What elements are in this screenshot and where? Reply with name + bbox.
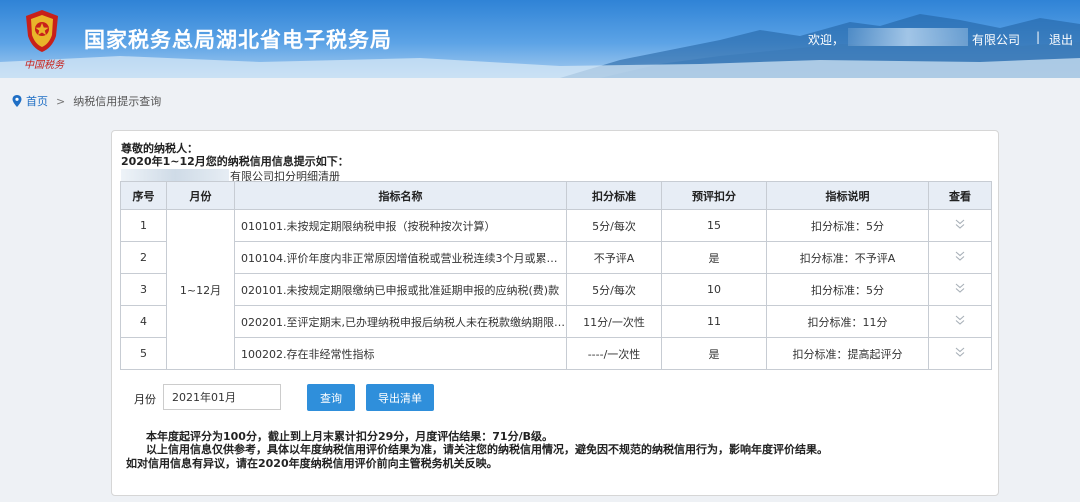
row-no: 3 — [120, 273, 167, 306]
pre-score: 是 — [661, 241, 767, 274]
deduction-standard: ----/一次性 — [566, 337, 662, 370]
header-indicator: 指标名称 — [234, 181, 567, 210]
row-no: 2 — [120, 241, 167, 274]
indicator-name: 020201.至评定期末,已办理纳税申报后纳税人未在税款缴纳期限内缴纳税款 — [234, 305, 567, 338]
expand-chevron-icon[interactable] — [954, 218, 966, 230]
objection-note: 如对信用信息有异议，请在2020年度纳税信用评价前向主管税务机关反映。 — [126, 457, 498, 470]
table-row: 3 020101.未按规定期限缴纳已申报或批准延期申报的应纳税(费)款 5分/每… — [120, 273, 992, 306]
redacted-username — [848, 28, 968, 46]
expand-chevron-icon[interactable] — [954, 282, 966, 294]
header-separator: | — [1036, 30, 1041, 44]
pre-score: 10 — [661, 273, 767, 306]
indicator-desc: 扣分标准：提高起评分 — [766, 337, 929, 370]
brand-script-text: 中国税务 — [24, 60, 64, 71]
tax-emblem-icon — [26, 10, 58, 52]
header-view: 查看 — [928, 181, 992, 210]
header-month: 月份 — [166, 181, 235, 210]
deduction-standard: 5分/每次 — [566, 273, 662, 306]
table-row: 1 1~12月 010101.未按规定期限纳税申报（按税种按次计算） 5分/每次… — [120, 209, 992, 370]
table-header-row: 序号 月份 指标名称 扣分标准 预评扣分 指标说明 查看 — [120, 181, 992, 210]
row-no: 1 — [120, 209, 167, 242]
pre-score: 15 — [661, 209, 767, 242]
info-title: 2020年1~12月您的纳税信用信息提示如下： — [121, 155, 349, 168]
expand-chevron-icon[interactable] — [954, 250, 966, 262]
expand-chevron-icon[interactable] — [954, 346, 966, 358]
row-no: 5 — [120, 337, 167, 370]
expand-chevron-icon[interactable] — [954, 314, 966, 326]
indicator-name: 020101.未按规定期限缴纳已申报或批准延期申报的应纳税(费)款 — [234, 273, 567, 306]
table-row: 4 020201.至评定期末,已办理纳税申报后纳税人未在税款缴纳期限内缴纳税款 … — [120, 305, 992, 338]
indicator-name: 100202.存在非经常性指标 — [234, 337, 567, 370]
month-label: 月份 — [134, 393, 156, 406]
site-title: 国家税务总局湖北省电子税务局 — [84, 28, 392, 52]
company-name: 有限公司 — [972, 33, 1021, 47]
header-score: 预评扣分 — [661, 181, 767, 210]
redacted-company-name — [121, 169, 229, 181]
breadcrumb-home[interactable]: 首页 — [26, 93, 48, 109]
view-cell — [928, 337, 992, 370]
view-cell — [928, 305, 992, 338]
month-input[interactable] — [163, 384, 281, 410]
view-cell — [928, 209, 992, 242]
pre-score: 是 — [661, 337, 767, 370]
view-cell — [928, 241, 992, 274]
export-list-button[interactable]: 导出清单 — [366, 384, 434, 411]
welcome-text: 欢迎， — [808, 33, 845, 47]
breadcrumb-separator: > — [56, 94, 66, 108]
header-standard: 扣分标准 — [566, 181, 662, 210]
header-no: 序号 — [120, 181, 167, 210]
credit-info-panel: 尊敬的纳税人： 2020年1~12月您的纳税信用信息提示如下： 有限公司扣分明细… — [111, 130, 999, 496]
breadcrumb-current: 纳税信用提示查询 — [73, 95, 162, 108]
table-row: 2 010104.评价年度内非正常原因增值税或营业税连续3个月或累计6个月零申报… — [120, 241, 992, 274]
site-header: 中国税务 国家税务总局湖北省电子税务局 欢迎， 有限公司 | 退出 — [0, 0, 1080, 78]
month-span: 1~12月 — [166, 209, 235, 370]
header-desc: 指标说明 — [766, 181, 929, 210]
indicator-name: 010101.未按规定期限纳税申报（按税种按次计算） — [234, 209, 567, 242]
deduction-table: 序号 月份 指标名称 扣分标准 预评扣分 指标说明 查看 1 1~12月 010… — [120, 181, 992, 370]
indicator-desc: 扣分标准：不予评A — [766, 241, 929, 274]
logout-link[interactable]: 退出 — [1049, 31, 1073, 48]
deduction-standard: 不予评A — [566, 241, 662, 274]
indicator-desc: 扣分标准：11分 — [766, 305, 929, 338]
pre-score: 11 — [661, 305, 767, 338]
indicator-desc: 扣分标准：5分 — [766, 273, 929, 306]
view-cell — [928, 273, 992, 306]
query-button[interactable]: 查询 — [307, 384, 355, 411]
deduction-standard: 11分/一次性 — [566, 305, 662, 338]
deduction-standard: 5分/每次 — [566, 209, 662, 242]
breadcrumb: 首页 > 纳税信用提示查询 — [12, 93, 161, 109]
indicator-name: 010104.评价年度内非正常原因增值税或营业税连续3个月或累计6个月零申报 — [234, 241, 567, 274]
row-no: 4 — [120, 305, 167, 338]
indicator-desc: 扣分标准：5分 — [766, 209, 929, 242]
table-row: 5 100202.存在非经常性指标 ----/一次性 是 扣分标准：提高起评分 — [120, 337, 992, 370]
location-pin-icon — [12, 95, 22, 107]
